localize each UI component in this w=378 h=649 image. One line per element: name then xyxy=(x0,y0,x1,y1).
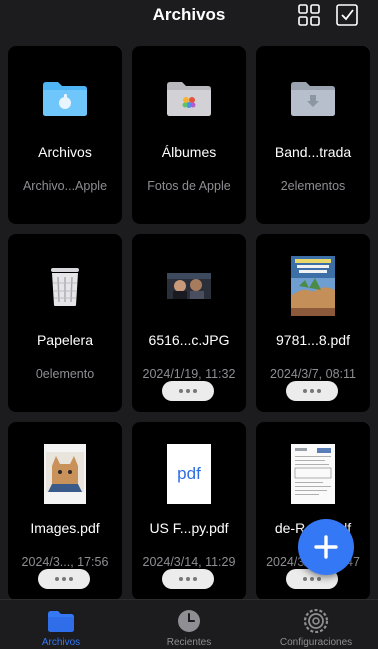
file-card[interactable]: 6516...c.JPG 2024/1/19, 11:32 xyxy=(132,234,246,412)
tab-bar: Archivos Recientes Configuraciones xyxy=(0,599,378,649)
trash-icon xyxy=(8,246,122,326)
files-app: Archivos Archivos Archivo...Apple Álbume… xyxy=(0,0,378,649)
file-subtitle: 2024/1/19, 11:32 xyxy=(142,367,236,381)
file-name: US F...py.pdf xyxy=(149,520,229,536)
photo-thumbnail xyxy=(132,246,246,326)
file-card[interactable]: Álbumes Fotos de Apple xyxy=(132,46,246,224)
grid-icon xyxy=(298,4,320,26)
file-name: 9781...8.pdf xyxy=(276,332,350,348)
pdf-file-icon: pdf xyxy=(132,434,246,514)
more-button[interactable] xyxy=(162,569,214,589)
grid-view-button[interactable] xyxy=(297,3,321,27)
folder-icon xyxy=(48,611,74,632)
file-subtitle: 2elementos xyxy=(280,179,346,193)
file-card[interactable]: Archivos Archivo...Apple xyxy=(8,46,122,224)
more-button[interactable] xyxy=(38,569,90,589)
more-button[interactable] xyxy=(162,381,214,401)
file-name: Papelera xyxy=(36,332,94,348)
file-grid: Archivos Archivo...Apple Álbumes Fotos d… xyxy=(0,34,378,599)
tab-label: Recientes xyxy=(166,637,212,648)
more-button[interactable] xyxy=(286,381,338,401)
photos-folder-icon xyxy=(132,58,246,138)
file-card[interactable]: 9781...8.pdf 2024/3/7, 08:11 xyxy=(256,234,370,412)
document-thumbnail xyxy=(256,434,370,514)
icloud-folder-icon xyxy=(8,58,122,138)
tab-archivos[interactable]: Archivos xyxy=(20,600,102,649)
file-card[interactable]: Band...trada 2elementos xyxy=(256,46,370,224)
tab-label: Configuraciones xyxy=(279,637,353,648)
tab-configuraciones[interactable]: Configuraciones xyxy=(268,600,364,649)
file-subtitle: Fotos de Apple xyxy=(147,179,231,193)
file-card[interactable]: de-R...el.pdf 2024/3/14, 09:47 xyxy=(256,422,370,599)
file-subtitle: Archivo...Apple xyxy=(22,179,108,193)
file-name: 6516...c.JPG xyxy=(148,332,230,348)
file-name: Images.pdf xyxy=(30,520,100,536)
file-subtitle: 2024/3..., 17:56 xyxy=(21,555,109,569)
tab-label: Archivos xyxy=(41,637,81,648)
book-cover-thumbnail xyxy=(256,246,370,326)
navigation-bar: Archivos xyxy=(0,0,378,34)
pdf-badge: pdf xyxy=(177,464,201,483)
gear-icon xyxy=(303,609,329,633)
plus-icon xyxy=(314,535,338,559)
file-card[interactable]: Papelera 0elemento xyxy=(8,234,122,412)
file-card[interactable]: Images.pdf 2024/3..., 17:56 xyxy=(8,422,122,599)
select-button[interactable] xyxy=(335,3,359,27)
clock-icon xyxy=(178,610,200,632)
file-subtitle: 2024/3/7, 08:11 xyxy=(270,367,356,381)
page-title: Archivos xyxy=(152,5,226,24)
tab-recientes[interactable]: Recientes xyxy=(146,600,232,649)
cat-image-thumbnail xyxy=(8,434,122,514)
file-name: Archivos xyxy=(38,144,92,160)
add-button[interactable] xyxy=(298,519,354,575)
inbox-folder-icon xyxy=(256,58,370,138)
checkbox-icon xyxy=(336,4,358,26)
file-card[interactable]: pdf US F...py.pdf 2024/3/14, 11:29 xyxy=(132,422,246,599)
file-name: Álbumes xyxy=(161,144,217,160)
file-subtitle: 0elemento xyxy=(35,367,95,381)
file-name: Band...trada xyxy=(274,144,352,160)
file-subtitle: 2024/3/14, 11:29 xyxy=(142,555,236,569)
